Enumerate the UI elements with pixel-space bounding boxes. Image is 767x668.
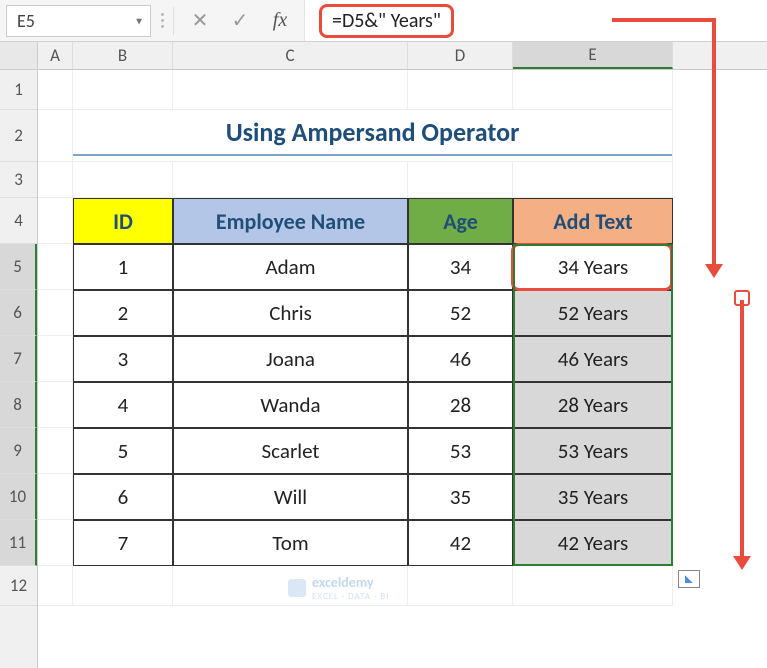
chevron-down-icon[interactable]: ▼ bbox=[134, 14, 144, 27]
cell-D6[interactable]: 52 bbox=[408, 290, 513, 336]
cell-A4[interactable] bbox=[38, 198, 73, 244]
cell-D10[interactable]: 35 bbox=[408, 474, 513, 520]
cell-D9[interactable]: 53 bbox=[408, 428, 513, 474]
page-title: Using Ampersand Operator bbox=[73, 116, 672, 156]
cell-E8[interactable]: 28 Years bbox=[513, 382, 673, 428]
cell-E10[interactable]: 35 Years bbox=[513, 474, 673, 520]
row-header-5[interactable]: 5 bbox=[0, 244, 37, 290]
formula-bar: E5 ▼ ✕ ✓ fx =D5&" Years" bbox=[0, 0, 767, 42]
cell-B12[interactable] bbox=[73, 566, 173, 606]
cell-A8[interactable] bbox=[38, 382, 73, 428]
autofill-options-button[interactable] bbox=[678, 570, 700, 588]
cell-A1[interactable] bbox=[38, 70, 73, 110]
cell-E5[interactable]: 34 Years bbox=[513, 244, 673, 290]
cell-C1[interactable] bbox=[173, 70, 408, 110]
cell-E1[interactable] bbox=[513, 70, 673, 110]
cell-B6[interactable]: 2 bbox=[73, 290, 173, 336]
insert-function-button[interactable]: fx bbox=[260, 5, 300, 37]
cell-C6[interactable]: Chris bbox=[173, 290, 408, 336]
cell-B5[interactable]: 1 bbox=[73, 244, 173, 290]
cell-B9[interactable]: 5 bbox=[73, 428, 173, 474]
name-box-value: E5 bbox=[17, 10, 35, 32]
cell-D1[interactable] bbox=[408, 70, 513, 110]
cell-C5[interactable]: Adam bbox=[173, 244, 408, 290]
cell-B10[interactable]: 6 bbox=[73, 474, 173, 520]
header-add-text[interactable]: Add Text bbox=[513, 198, 673, 244]
cell-E7[interactable]: 46 Years bbox=[513, 336, 673, 382]
cell-D5[interactable]: 34 bbox=[408, 244, 513, 290]
cell-D11[interactable]: 42 bbox=[408, 520, 513, 566]
col-header-B[interactable]: B bbox=[73, 42, 173, 69]
header-id[interactable]: ID bbox=[73, 198, 173, 244]
header-name[interactable]: Employee Name bbox=[173, 198, 408, 244]
row-header-7[interactable]: 7 bbox=[0, 336, 37, 382]
cell-A12[interactable] bbox=[38, 566, 73, 606]
cell-E9[interactable]: 53 Years bbox=[513, 428, 673, 474]
cell-E12[interactable] bbox=[513, 566, 673, 606]
row-header-8[interactable]: 8 bbox=[0, 382, 37, 428]
cell-B8[interactable]: 4 bbox=[73, 382, 173, 428]
cell-A6[interactable] bbox=[38, 290, 73, 336]
cell-D12[interactable] bbox=[408, 566, 513, 606]
cell-C8[interactable]: Wanda bbox=[173, 382, 408, 428]
row-header-12[interactable]: 12 bbox=[0, 566, 37, 606]
cell-A7[interactable] bbox=[38, 336, 73, 382]
enter-button[interactable]: ✓ bbox=[220, 5, 260, 37]
formula-input[interactable]: =D5&" Years" bbox=[304, 0, 767, 41]
cell-A3[interactable] bbox=[38, 162, 73, 198]
formula-text: =D5&" Years" bbox=[319, 4, 454, 38]
cell-D7[interactable]: 46 bbox=[408, 336, 513, 382]
cell-E6[interactable]: 52 Years bbox=[513, 290, 673, 336]
cell-E11[interactable]: 42 Years bbox=[513, 520, 673, 566]
cell-D8[interactable]: 28 bbox=[408, 382, 513, 428]
row-header-1[interactable]: 1 bbox=[0, 70, 37, 110]
title-cell[interactable]: Using Ampersand Operator bbox=[73, 110, 673, 162]
col-header-D[interactable]: D bbox=[408, 42, 513, 69]
cell-C3[interactable] bbox=[173, 162, 408, 198]
cell-A9[interactable] bbox=[38, 428, 73, 474]
cell-B3[interactable] bbox=[73, 162, 173, 198]
cells-area: Using Ampersand Operator ID Employee Nam… bbox=[38, 70, 767, 668]
cell-C7[interactable]: Joana bbox=[173, 336, 408, 382]
row-header-10[interactable]: 10 bbox=[0, 474, 37, 520]
cell-C9[interactable]: Scarlet bbox=[173, 428, 408, 474]
check-icon: ✓ bbox=[232, 8, 249, 33]
cell-A11[interactable] bbox=[38, 520, 73, 566]
header-age[interactable]: Age bbox=[408, 198, 513, 244]
fx-icon: fx bbox=[273, 9, 287, 32]
divider bbox=[173, 7, 174, 35]
row-header-9[interactable]: 9 bbox=[0, 428, 37, 474]
cell-A10[interactable] bbox=[38, 474, 73, 520]
row-headers: 1 2 3 4 5 6 7 8 9 10 11 12 bbox=[0, 70, 38, 668]
col-header-E[interactable]: E bbox=[513, 42, 673, 69]
cell-B7[interactable]: 3 bbox=[73, 336, 173, 382]
row-header-4[interactable]: 4 bbox=[0, 198, 37, 244]
cell-E3[interactable] bbox=[513, 162, 673, 198]
row-header-11[interactable]: 11 bbox=[0, 520, 37, 566]
cell-A2[interactable] bbox=[38, 110, 73, 162]
row-header-3[interactable]: 3 bbox=[0, 162, 37, 198]
cell-B11[interactable]: 7 bbox=[73, 520, 173, 566]
column-headers: A B C D E bbox=[0, 42, 767, 70]
row-header-6[interactable]: 6 bbox=[0, 290, 37, 336]
col-header-A[interactable]: A bbox=[38, 42, 73, 69]
col-header-C[interactable]: C bbox=[173, 42, 408, 69]
cell-C12[interactable] bbox=[173, 566, 408, 606]
row-header-2[interactable]: 2 bbox=[0, 110, 37, 162]
cancel-button[interactable]: ✕ bbox=[180, 5, 220, 37]
arrow-origin-marker bbox=[734, 290, 750, 306]
separator-dots bbox=[157, 13, 167, 28]
cell-C11[interactable]: Tom bbox=[173, 520, 408, 566]
cancel-icon: ✕ bbox=[192, 8, 209, 33]
cell-C10[interactable]: Will bbox=[173, 474, 408, 520]
cell-A5[interactable] bbox=[38, 244, 73, 290]
grid: 1 2 3 4 5 6 7 8 9 10 11 12 Using Ampersa… bbox=[0, 70, 767, 668]
name-box[interactable]: E5 ▼ bbox=[6, 5, 151, 37]
select-all-corner[interactable] bbox=[0, 42, 38, 69]
cell-D3[interactable] bbox=[408, 162, 513, 198]
cell-B1[interactable] bbox=[73, 70, 173, 110]
